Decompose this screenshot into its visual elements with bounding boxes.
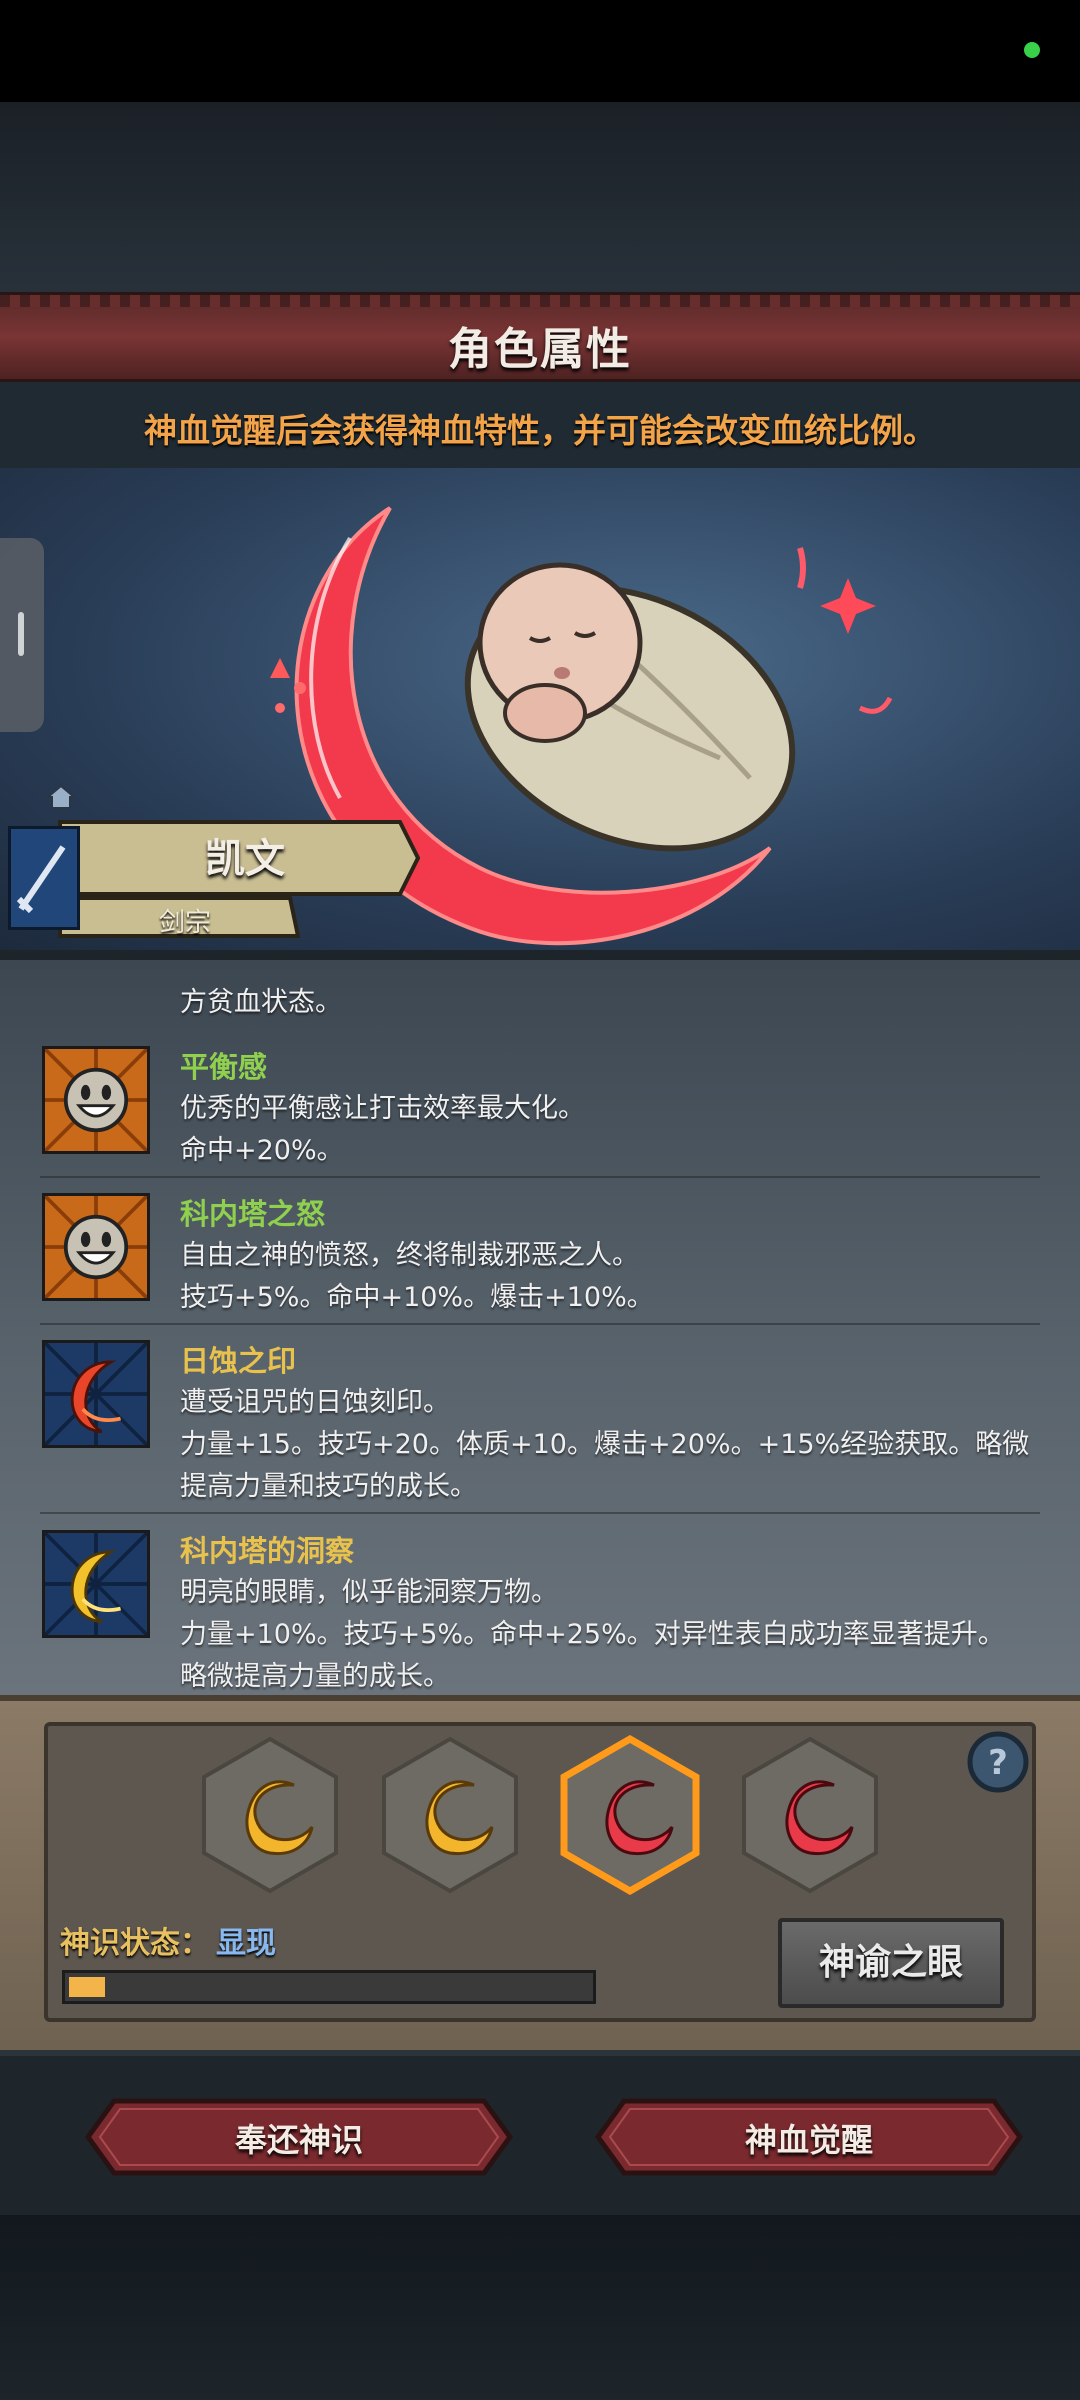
trait-description-line: 略微提高力量的成长。	[180, 1661, 450, 1692]
awakening-status-label: 神识状态：	[60, 1926, 210, 1961]
trait-description-line: 技巧+5%。命中+10%。爆击+10%。	[180, 1282, 654, 1313]
trait-description-line: 方贫血状态。	[180, 987, 342, 1018]
divider	[40, 1323, 1040, 1325]
progress-fill	[69, 1977, 105, 1997]
smiley-face-icon[interactable]	[42, 1193, 150, 1301]
character-name: 凯文	[205, 836, 285, 882]
trait-description-line: 命中+20%。	[180, 1135, 344, 1166]
class-icon	[8, 826, 80, 930]
trait-description-line: 遭受诅咒的日蚀刻印。	[180, 1387, 450, 1418]
trait-name: 日蚀之印	[180, 1344, 297, 1378]
awakening-slot-3[interactable]	[558, 1735, 702, 1895]
awakening-slot-4[interactable]	[738, 1735, 882, 1895]
page-subtitle: 神血觉醒后会获得神血特性，并可能会改变血统比例。	[144, 411, 936, 450]
character-class: 剑宗	[158, 908, 211, 938]
divine-blood-awaken-button[interactable]: 神血觉醒	[594, 2097, 1024, 2177]
return-divine-sense-label: 奉还神识	[234, 2121, 363, 2159]
oracle-eye-button[interactable]: 神谕之眼	[778, 1918, 1004, 2008]
camera-indicator-icon	[1024, 42, 1040, 58]
trait-description-line: 明亮的眼睛，似乎能洞察万物。	[180, 1577, 558, 1608]
red-crescent-icon[interactable]	[42, 1340, 150, 1448]
trait-description-line: 提高力量和技巧的成长。	[180, 1471, 477, 1502]
side-drawer-handle[interactable]	[0, 538, 44, 732]
trait-description-line: 力量+10%。技巧+5%。命中+25%。对异性表白成功率显著提升。	[180, 1619, 1005, 1650]
svg-text:?: ?	[988, 1743, 1008, 1783]
divine-blood-awaken-label: 神血觉醒	[744, 2121, 873, 2159]
status-bar	[0, 0, 1080, 102]
awakening-slot-1[interactable]	[198, 1735, 342, 1895]
yellow-crescent-icon[interactable]	[42, 1530, 150, 1638]
sword-icon	[16, 845, 66, 914]
home-icon[interactable]	[46, 784, 76, 810]
trait-description-line: 优秀的平衡感让打击效率最大化。	[180, 1093, 585, 1124]
divider	[40, 1512, 1040, 1514]
divider	[40, 1176, 1040, 1178]
subtitle-bar: 神血觉醒后会获得神血特性，并可能会改变血统比例。	[0, 382, 1080, 468]
awakening-status-value: 显现	[216, 1926, 276, 1961]
title-banner: 角色属性	[0, 292, 1080, 382]
return-divine-sense-button[interactable]: 奉还神识	[84, 2097, 514, 2177]
trait-name: 科内塔之怒	[180, 1197, 326, 1231]
smiley-face-icon[interactable]	[42, 1046, 150, 1154]
help-icon[interactable]: ?	[966, 1730, 1030, 1794]
awakening-slot-2[interactable]	[378, 1735, 522, 1895]
footer-backdrop	[0, 2215, 1080, 2400]
header-backdrop	[0, 102, 1080, 292]
page-title: 角色属性	[448, 324, 632, 375]
trait-name: 科内塔的洞察	[180, 1534, 355, 1568]
trait-name: 平衡感	[180, 1050, 268, 1084]
trait-description-line: 力量+15。技巧+20。体质+10。爆击+20%。+15%经验获取。略微	[180, 1429, 1030, 1460]
banner-pattern	[0, 295, 1080, 307]
awakening-progress-bar	[62, 1970, 596, 2004]
trait-description-line: 自由之神的愤怒，终将制裁邪恶之人。	[180, 1240, 639, 1271]
